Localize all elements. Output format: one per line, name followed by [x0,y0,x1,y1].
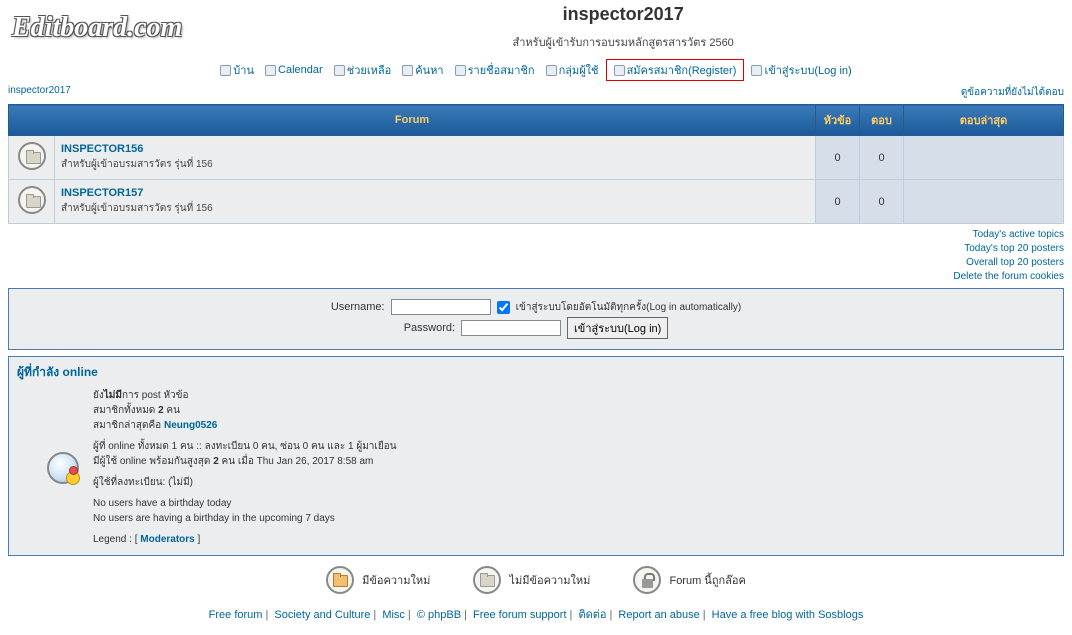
newest-user-link[interactable]: Neung0526 [164,420,217,431]
register-icon [614,65,625,76]
forum-desc: สำหรับผู้เข้าอบรมสารวัตร รุ่นที่ 156 [61,157,809,172]
nav-register[interactable]: สมัครสมาชิก(Register) [614,61,737,79]
posts-count: 0 [860,180,904,224]
main-nav: บ้าน Calendar ช่วยเหลือ ค้นหา รายชื่อสมา… [8,59,1064,81]
forum-link[interactable]: INSPECTOR157 [61,187,143,199]
legend-row: มีข้อความใหม่ ไม่มีข้อความใหม่ Forum นี้… [8,556,1064,601]
auto-login-label: เข้าสู่ระบบโดยอัตโนมัติทุกครั้ง(Log in a… [516,300,742,315]
topics-count: 0 [816,136,860,180]
login-button[interactable] [567,317,668,339]
unanswered-link[interactable]: ดูข้อความที่ยังไม่ได้ตอบ [961,85,1064,100]
posts-count: 0 [860,136,904,180]
folder-icon [18,186,46,214]
breadcrumb[interactable]: inspector2017 [8,85,71,100]
home-icon [220,65,231,76]
site-title: inspector2017 [182,4,1064,25]
new-posts-label: มีข้อความใหม่ [362,571,430,589]
nav-login[interactable]: เข้าสู่ระบบ(Log in) [751,61,851,79]
nav-faq[interactable]: ช่วยเหลือ [334,61,391,79]
top20-link[interactable]: Today's top 20 posters [8,242,1064,256]
moderators-link[interactable]: Moderators [140,534,194,545]
site-logo[interactable]: Editboard.com [8,6,182,50]
online-box: ผู้ที่กำลัง online ยังไม่มีการ post หัวข… [8,356,1064,556]
footer-free-forum[interactable]: Free forum [209,609,263,621]
footer-support[interactable]: Free forum support [473,609,567,621]
login-box: Username: เข้าสู่ระบบโดยอัตโนมัติทุกครั้… [8,288,1064,350]
nav-home[interactable]: บ้าน [220,61,254,79]
search-icon [402,65,413,76]
username-label: Username: [331,301,385,313]
no-new-posts-icon [473,566,501,594]
forum-row: INSPECTOR157 สำหรับผู้เข้าอบรมสารวัตร รุ… [9,180,1064,224]
footer-misc[interactable]: Misc [382,609,405,621]
nav-memberlist[interactable]: รายชื่อสมาชิก [455,61,535,79]
footer-links: Free forum| Society and Culture| Misc| ©… [8,601,1064,631]
last-post [904,180,1064,224]
footer-report[interactable]: Report an abuse [618,609,699,621]
forum-table: Forum หัวข้อ ตอบ ตอบล่าสุด INSPECTOR156 … [8,104,1064,224]
col-forum: Forum [9,105,816,136]
username-input[interactable] [391,299,491,315]
footer-society[interactable]: Society and Culture [274,609,370,621]
forum-desc: สำหรับผู้เข้าอบรมสารวัตร รุ่นที่ 156 [61,201,809,216]
col-topics: หัวข้อ [816,105,860,136]
overall-link[interactable]: Overall top 20 posters [8,256,1064,270]
col-last: ตอบล่าสุด [904,105,1064,136]
active-topics-link[interactable]: Today's active topics [8,228,1064,242]
groups-icon [546,65,557,76]
password-input[interactable] [461,320,561,336]
calendar-icon [265,65,276,76]
nav-groups[interactable]: กลุ่มผู้ใช้ [546,61,599,79]
footer-contact[interactable]: ติดต่อ [578,609,606,621]
forum-row: INSPECTOR156 สำหรับผู้เข้าอบรมสารวัตร รุ… [9,136,1064,180]
delete-cookies-link[interactable]: Delete the forum cookies [8,270,1064,284]
auto-login-checkbox[interactable] [497,301,510,314]
nav-calendar[interactable]: Calendar [265,64,323,76]
online-stats: ยังไม่มีการ post หัวข้อ สมาชิกทั้งหมด 2 … [93,388,1055,547]
footer-phpbb[interactable]: © phpBB [417,609,461,621]
help-icon [334,65,345,76]
login-icon [751,65,762,76]
side-links: Today's active topics Today's top 20 pos… [8,228,1064,284]
password-label: Password: [404,322,455,334]
topics-count: 0 [816,180,860,224]
locked-icon [633,566,661,594]
no-new-posts-label: ไม่มีข้อความใหม่ [509,571,590,589]
locked-label: Forum นี้ถูกล๊อค [669,571,745,589]
online-title: ผู้ที่กำลัง online [9,357,1063,384]
site-description: สำหรับผู้เข้ารับการอบรมหลักสูตรสารวัตร 2… [182,33,1064,51]
nav-search[interactable]: ค้นหา [402,61,443,79]
col-posts: ตอบ [860,105,904,136]
register-highlight: สมัครสมาชิก(Register) [606,59,745,81]
folder-icon [18,142,46,170]
new-posts-icon [326,566,354,594]
footer-blog[interactable]: Have a free blog with Sosblogs [712,609,864,621]
members-icon [455,65,466,76]
last-post [904,136,1064,180]
globe-icon [47,452,79,484]
forum-link[interactable]: INSPECTOR156 [61,143,143,155]
